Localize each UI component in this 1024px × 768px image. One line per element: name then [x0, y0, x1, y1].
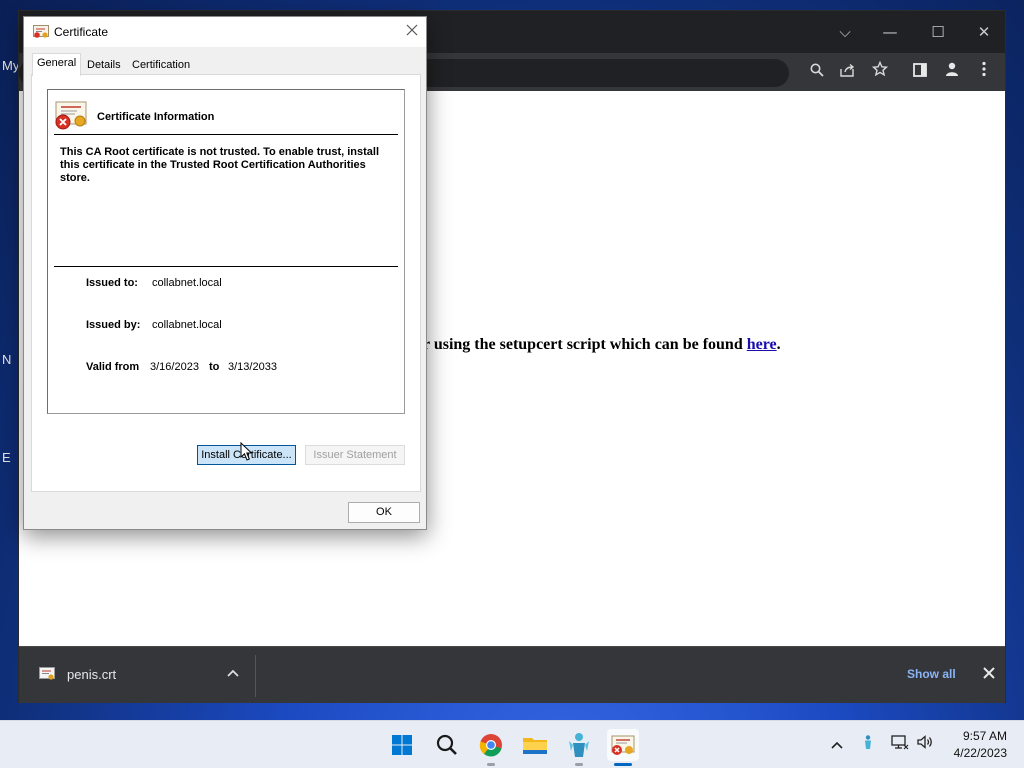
minimize-button[interactable]: —: [875, 17, 905, 47]
profile-icon[interactable]: [937, 57, 967, 87]
dialog-title: Certificate: [54, 25, 109, 39]
share-icon[interactable]: [833, 57, 863, 87]
network-icon[interactable]: [889, 734, 911, 756]
close-button[interactable]: ✕: [969, 17, 999, 47]
chrome-icon[interactable]: [475, 729, 507, 761]
chevron-up-icon[interactable]: [222, 663, 244, 685]
certificate-file-icon: [39, 667, 55, 681]
tab-general[interactable]: General: [32, 53, 82, 76]
instructions-period: .: [776, 336, 781, 353]
maximize-button[interactable]: ☐: [923, 17, 953, 47]
network-app-tray-icon[interactable]: [857, 734, 879, 756]
show-all-link[interactable]: Show all: [907, 667, 956, 681]
download-shelf: penis.crt Show all: [19, 646, 1005, 703]
mouse-cursor-icon: [240, 441, 254, 462]
side-panel-icon[interactable]: [905, 57, 935, 87]
tab-details[interactable]: Details: [82, 55, 126, 75]
shelf-divider: [255, 655, 256, 697]
certificate-icon[interactable]: [607, 729, 639, 761]
here-link[interactable]: here: [747, 336, 777, 353]
instructions-text: r using the setupcert script which can b…: [423, 336, 747, 353]
search-icon[interactable]: [431, 729, 463, 761]
issued-to-label: Issued to:: [86, 277, 138, 289]
chrome-running-indicator: [487, 763, 495, 766]
valid-to-value: 3/13/2033: [228, 361, 277, 373]
valid-from-value: 3/16/2023: [150, 361, 199, 373]
info-heading: Certificate Information: [97, 111, 215, 123]
issuer-statement-button[interactable]: Issuer Statement: [305, 445, 405, 465]
dialog-title-bar[interactable]: Certificate: [24, 17, 426, 47]
setup-instructions: r using the setupcert script which can b…: [423, 336, 781, 354]
star-icon[interactable]: [865, 57, 895, 87]
certificate-active-indicator: [614, 763, 632, 766]
issued-to-value: collabnet.local: [152, 277, 222, 289]
search-icon[interactable]: [802, 57, 832, 87]
tab-search-icon[interactable]: ⌵: [830, 17, 860, 47]
untrusted-certificate-icon: [55, 101, 87, 131]
desktop-icon-label[interactable]: N: [2, 352, 11, 367]
ok-button[interactable]: OK: [348, 502, 420, 523]
trust-warning: This CA Root certificate is not trusted.…: [60, 146, 380, 184]
issued-by-value: collabnet.local: [152, 319, 222, 331]
general-tab-panel: Certificate Information This CA Root cer…: [31, 74, 421, 492]
download-filename: penis.crt: [67, 667, 117, 682]
tab-certification-path[interactable]: Certification Path: [127, 55, 195, 89]
certificate-dialog: Certificate General Details Certificatio…: [23, 16, 427, 530]
clock-time[interactable]: 9:57 AM: [955, 729, 1007, 743]
desktop-icon-label[interactable]: E: [2, 450, 11, 465]
network-app-running-indicator: [575, 763, 583, 766]
clock-date[interactable]: 4/22/2023: [945, 746, 1007, 760]
download-item[interactable]: penis.crt: [19, 647, 256, 704]
issued-by-label: Issued by:: [86, 319, 141, 331]
start-icon[interactable]: [386, 729, 418, 761]
desktop-icon-label[interactable]: My: [2, 58, 19, 73]
fields-divider: [54, 266, 398, 267]
heading-divider: [54, 134, 398, 135]
volume-icon[interactable]: [914, 734, 936, 756]
close-icon[interactable]: [400, 21, 424, 43]
close-shelf-icon[interactable]: [978, 663, 1000, 685]
certificate-icon: [33, 25, 49, 39]
menu-icon[interactable]: [969, 57, 999, 87]
valid-from-label: Valid from: [86, 361, 140, 373]
chevron-up-icon[interactable]: [826, 734, 848, 756]
network-app-icon[interactable]: [563, 729, 595, 761]
valid-to-label: to: [209, 361, 220, 373]
certificate-info-box: Certificate Information This CA Root cer…: [47, 89, 405, 414]
taskbar: 9:57 AM 4/22/2023: [0, 720, 1024, 768]
file-explorer-icon[interactable]: [519, 729, 551, 761]
